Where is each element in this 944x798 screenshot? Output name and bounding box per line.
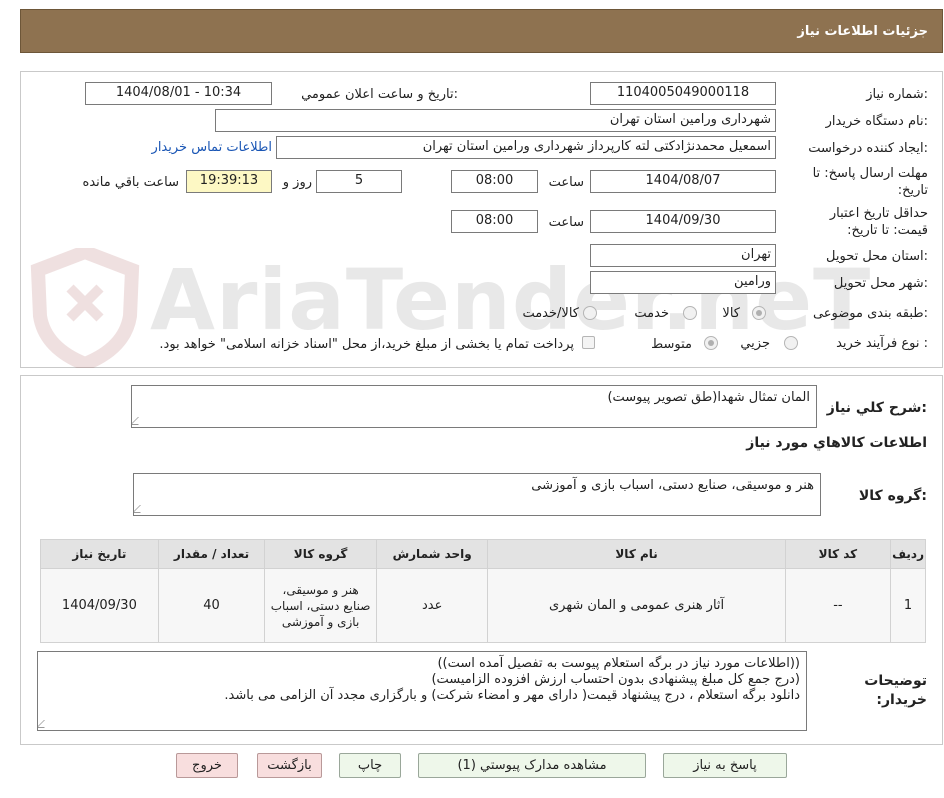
cell-name: آثار هنری عمومی و المان شهری — [487, 568, 786, 643]
validity-date-field: 1404/09/30 — [590, 210, 776, 233]
category-option-service: خدمت — [634, 306, 669, 321]
city-label: شهر محل تحويل: — [833, 276, 928, 291]
category-option-goods-service: کالا/خدمت — [522, 306, 579, 321]
goods-group-textarea[interactable]: هنر و موسیقی، صنایع دستی، اسباب بازی و آ… — [133, 473, 821, 516]
items-table: رديف کد کالا نام کالا واحد شمارش گروه کا… — [40, 539, 926, 643]
back-button[interactable]: بازگشت — [257, 753, 322, 778]
cell-quantity: 40 — [157, 568, 266, 643]
category-radio-goods[interactable] — [752, 306, 766, 320]
print-button[interactable]: چاپ — [339, 753, 401, 778]
buyer-org-label: نام دستگاه خريدار: — [825, 114, 928, 129]
process-option-medium: متوسط — [651, 337, 692, 352]
goods-group-label: گروه کالا: — [858, 488, 927, 504]
need-number-label: شماره نیاز: — [866, 87, 928, 102]
province-label: استان محل تحويل: — [826, 249, 928, 264]
process-option-minor: جزيي — [740, 336, 770, 351]
page-header: جزئیات اطلاعات نیاز — [20, 9, 943, 53]
resize-grip-icon — [132, 417, 146, 425]
cell-unit: عدد — [375, 568, 489, 643]
exit-button[interactable]: خروج — [176, 753, 238, 778]
col-group: گروه کالا — [264, 539, 377, 569]
validity-time-label: ساعت — [548, 215, 584, 230]
category-radio-service[interactable] — [683, 306, 697, 320]
process-label: نوع فرآيند خريد : — [836, 336, 928, 351]
table-row: 1 -- آثار هنری عمومی و المان شهری عدد هن… — [40, 568, 926, 643]
payment-note: پرداخت تمام یا بخشی از مبلغ خرید،از محل … — [159, 337, 574, 352]
table-header-row: رديف کد کالا نام کالا واحد شمارش گروه کا… — [40, 539, 926, 569]
requester-label: ايجاد کننده درخواست: — [808, 141, 928, 156]
process-radio-medium[interactable] — [704, 336, 718, 350]
deadline-time-field: 08:00 — [451, 170, 538, 193]
category-label: طبقه بندی موضوعی: — [812, 306, 928, 321]
validity-label: حداقل تاريخ اعتبار قيمت: تا تاريخ: — [829, 206, 928, 238]
notes-line: دانلود برگه استعلام ، درج پیشنهاد قیمت( … — [224, 688, 800, 703]
contact-buyer-link[interactable]: اطلاعات تماس خريدار — [152, 140, 272, 155]
days-label: روز و — [282, 175, 312, 190]
col-code: کد کالا — [784, 539, 892, 569]
remaining-label: ساعت باقي مانده — [82, 175, 179, 190]
goods-group-text: هنر و موسیقی، صنایع دستی، اسباب بازی و آ… — [531, 478, 814, 493]
announce-field: 1404/08/01 - 10:34 — [85, 82, 272, 105]
resize-grip-icon — [38, 720, 52, 728]
announce-label: تاریخ و ساعت اعلان عمومي: — [301, 87, 458, 102]
general-desc-text: المان تمثال شهدا(طق تصویر پیوست) — [607, 390, 810, 405]
col-name: نام کالا — [487, 539, 786, 569]
deadline-date-field: 1404/08/07 — [590, 170, 776, 193]
buyer-notes-label: توضيحات خريدار: — [864, 673, 927, 708]
cell-need-date: 1404/09/30 — [40, 568, 159, 643]
col-unit: واحد شمارش — [375, 539, 489, 569]
resize-grip-icon — [134, 505, 148, 513]
page-title: جزئیات اطلاعات نیاز — [797, 24, 928, 39]
treasury-checkbox[interactable] — [582, 336, 595, 349]
process-radio-minor[interactable] — [784, 336, 798, 350]
category-radio-goods-service[interactable] — [583, 306, 597, 320]
days-field: 5 — [316, 170, 402, 193]
cell-group: هنر و موسیقی، صنایع دستی، اسباب بازی و آ… — [264, 568, 377, 643]
reply-button[interactable]: پاسخ به نياز — [663, 753, 787, 778]
col-quantity: تعداد / مقدار — [157, 539, 266, 569]
requester-field: اسمعیل محمدنژادکتی لته کارپرداز شهرداری … — [276, 136, 776, 159]
deadline-label: مهلت ارسال پاسخ: تا تاریخ: — [812, 166, 928, 198]
general-desc-textarea[interactable]: المان تمثال شهدا(طق تصویر پیوست) — [131, 385, 817, 428]
remaining-time-field: 19:39:13 — [186, 170, 272, 193]
col-row: رديف — [890, 539, 926, 569]
city-field: ورامین — [590, 271, 776, 294]
buyer-notes-textarea[interactable]: ((اطلاعات مورد نیاز در برگه استعلام پیوس… — [37, 651, 807, 731]
col-need-date: تاريخ نياز — [40, 539, 159, 569]
category-option-goods: کالا — [722, 306, 740, 321]
validity-time-field: 08:00 — [451, 210, 538, 233]
cell-row: 1 — [890, 568, 926, 643]
province-field: تهران — [590, 244, 776, 267]
view-documents-button[interactable]: مشاهده مدارک پيوستي (1) — [418, 753, 646, 778]
items-section-title: اطلاعات کالاهاي مورد نياز — [746, 435, 927, 451]
need-number-field: 1104005049000118 — [590, 82, 776, 105]
notes-line: ((اطلاعات مورد نیاز در برگه استعلام پیوس… — [437, 656, 800, 671]
cell-code: -- — [784, 568, 892, 643]
deadline-time-label: ساعت — [548, 175, 584, 190]
general-desc-label: شرح کلي نياز: — [826, 400, 927, 416]
buyer-org-field: شهرداری ورامین استان تهران — [215, 109, 776, 132]
notes-line: (درج جمع کل مبلغ پیشنهادی بدون احتساب ار… — [431, 672, 800, 687]
